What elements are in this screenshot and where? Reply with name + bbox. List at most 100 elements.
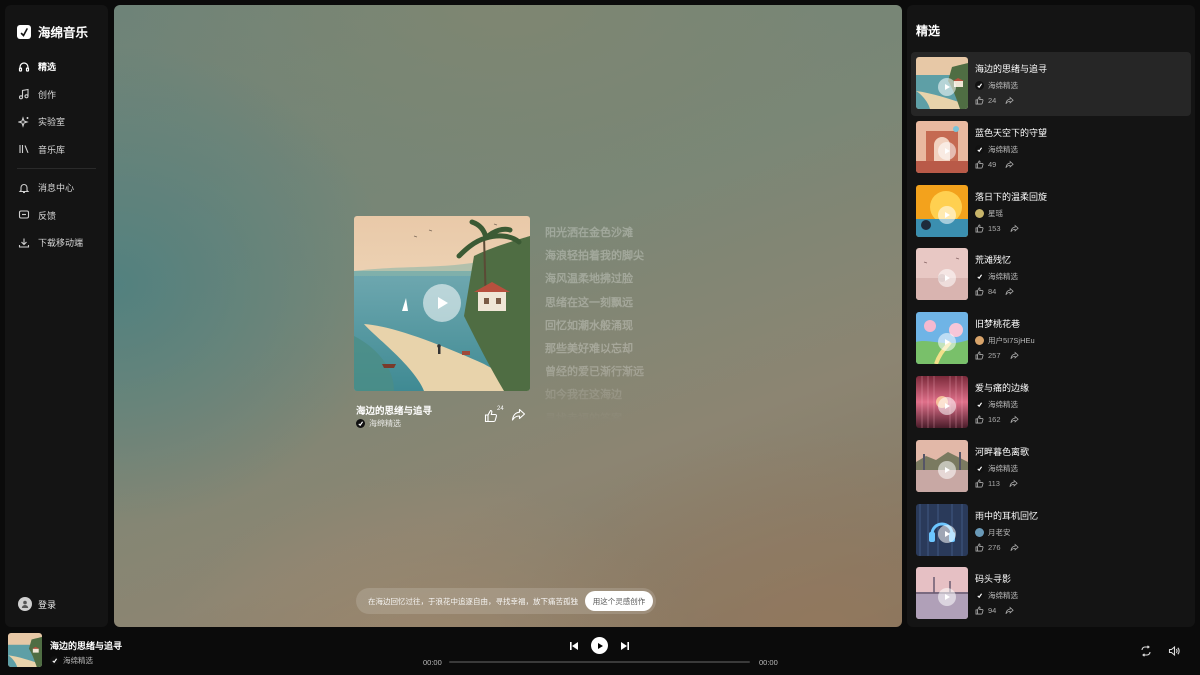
song-artist-name: 海绵精选	[369, 419, 401, 428]
share-icon[interactable]	[1010, 224, 1019, 233]
song-artist: 海绵精选	[975, 144, 1018, 155]
feedback-icon	[18, 209, 30, 221]
song-artist: 海绵精选	[975, 590, 1018, 601]
artist-name: 海绵精选	[988, 81, 1018, 90]
sidebar-item-library[interactable]: 音乐库	[5, 136, 108, 164]
sidebar-item-messages[interactable]: 消息中心	[5, 174, 108, 202]
volume-button[interactable]	[1168, 645, 1180, 657]
play-icon	[938, 205, 956, 224]
next-track-button[interactable]	[619, 640, 631, 652]
song-thumbnail[interactable]	[916, 375, 968, 428]
song-title: 码头寻影	[975, 574, 1012, 585]
play-icon	[938, 78, 956, 96]
cover-play-button[interactable]	[423, 284, 461, 322]
lyric-line: 海风温柔地拂过脸	[545, 273, 633, 286]
thumbs-up-icon[interactable]	[975, 287, 984, 296]
song-thumbnail[interactable]	[916, 248, 968, 301]
inspiration-bar: 在海边回忆过往，于浪花中追逐自由，寻找幸福，放下痛苦孤独 用这个灵感创作	[356, 588, 656, 614]
song-title: 旧梦桃花巷	[975, 319, 1021, 330]
progress-bar[interactable]	[449, 661, 750, 663]
list-item[interactable]: 荒滩残忆 海绵精选 84	[911, 243, 1191, 307]
featured-list: 海边的思绪与追寻 海绵精选 24 蓝色天空下的守望 海绵精选 49 落日下的温柔…	[911, 52, 1191, 626]
login-button[interactable]: 登录	[18, 597, 56, 611]
thumbs-up-icon[interactable]	[975, 160, 984, 169]
song-thumbnail[interactable]	[916, 120, 968, 173]
bell-icon	[18, 182, 30, 194]
share-icon[interactable]	[1010, 351, 1019, 360]
list-item[interactable]: 蓝色天空下的守望 海绵精选 49	[911, 116, 1191, 180]
song-thumbnail[interactable]	[916, 503, 968, 556]
play-pause-button[interactable]	[591, 637, 608, 654]
song-artist[interactable]: 海绵精选	[356, 418, 401, 429]
artist-name: 海绵精选	[63, 656, 93, 665]
artist-name: 海绵精选	[988, 463, 1018, 473]
thumbs-up-icon[interactable]	[975, 415, 984, 424]
lyrics-panel: 阳光洒在金色沙滩 海浪轻拍着我的脚尖 海风温柔地拂过脸 思绪在这一刻飘远 回忆如…	[545, 222, 705, 422]
share-icon[interactable]	[1005, 160, 1015, 169]
brand[interactable]: 海绵音乐	[17, 22, 88, 41]
play-icon	[938, 524, 956, 543]
song-title: 荒滩残忆	[975, 255, 1012, 266]
repeat-button[interactable]	[1140, 645, 1152, 657]
thumbs-up-icon[interactable]	[975, 96, 984, 105]
song-title: 落日下的温柔回旋	[975, 191, 1048, 202]
song-artist: 星瑶	[975, 208, 1003, 219]
thumbs-up-icon[interactable]	[975, 606, 984, 615]
create-with-inspiration-button[interactable]: 用这个灵感创作	[585, 591, 653, 611]
sidebar-item-featured[interactable]: 精选	[5, 53, 108, 81]
list-item[interactable]: 爱与痛的边缘 海绵精选 162	[911, 371, 1191, 435]
song-meta: 49	[975, 160, 1015, 169]
sidebar-item-label: 音乐库	[38, 144, 66, 155]
player-thumbnail[interactable]	[8, 633, 42, 667]
song-meta: 257	[975, 351, 1019, 360]
song-meta: 153	[975, 224, 1019, 233]
player-bar: 海边的思绪与追寻 海绵精选 00:00 00:00	[0, 630, 1200, 675]
share-icon[interactable]	[1005, 96, 1015, 105]
artist-name: 海绵精选	[988, 272, 1018, 282]
song-thumbnail[interactable]	[916, 184, 968, 237]
list-item[interactable]: 码头寻影 海绵精选 94	[911, 562, 1191, 626]
list-item[interactable]: 雨中的耳机回忆 月老安 276	[911, 499, 1191, 563]
share-icon[interactable]	[1010, 415, 1019, 424]
song-thumbnail[interactable]	[916, 567, 968, 620]
thumbs-up-icon[interactable]	[975, 224, 984, 233]
sidebar-item-lab[interactable]: 实验室	[5, 108, 108, 136]
download-icon	[18, 237, 30, 249]
previous-track-button[interactable]	[568, 640, 580, 652]
verified-icon	[975, 463, 984, 473]
thumbs-up-icon[interactable]	[975, 351, 984, 360]
lyric-line: 海浪轻拍着我的脚尖	[545, 250, 644, 263]
share-icon[interactable]	[1010, 543, 1019, 552]
list-item[interactable]: 河畔暮色离歌 海绵精选 113	[911, 435, 1191, 499]
sidebar-item-download[interactable]: 下载移动端	[5, 229, 108, 257]
sidebar-divider	[17, 168, 96, 169]
user-avatar-icon	[18, 597, 32, 611]
repeat-icon	[1141, 645, 1151, 657]
like-count: 162	[988, 414, 1001, 424]
list-item[interactable]: 旧梦桃花巷 用户5I7SjHEu 257	[911, 307, 1191, 371]
thumbs-up-icon[interactable]	[975, 479, 984, 488]
lyric-line: 寻找幸福的答案	[545, 412, 622, 423]
lyric-line: 阳光洒在金色沙滩	[545, 227, 633, 239]
like-count: 94	[988, 606, 997, 616]
sidebar-item-create[interactable]: 创作	[5, 81, 108, 109]
music-logo-icon	[17, 24, 31, 39]
featured-title: 精选	[916, 24, 941, 38]
player-song-artist: 海绵精选	[50, 655, 93, 666]
list-item[interactable]: 落日下的温柔回旋 星瑶 153	[911, 180, 1191, 244]
list-item[interactable]: 海边的思绪与追寻 海绵精选 24	[911, 52, 1191, 116]
thumbs-up-icon[interactable]	[975, 543, 984, 552]
like-count: 257	[988, 351, 1001, 361]
share-button[interactable]	[511, 407, 527, 423]
share-icon[interactable]	[1009, 479, 1018, 488]
song-thumbnail[interactable]	[916, 57, 968, 109]
share-icon[interactable]	[1005, 606, 1015, 615]
song-title: 海边的思绪与追寻	[975, 64, 1048, 74]
song-thumbnail[interactable]	[916, 312, 968, 365]
song-meta: 84	[975, 287, 1015, 296]
verified-icon	[975, 81, 984, 90]
share-icon[interactable]	[1005, 287, 1015, 296]
artist-name: 海绵精选	[988, 144, 1018, 154]
sidebar-item-feedback[interactable]: 反馈	[5, 202, 108, 230]
song-thumbnail[interactable]	[916, 439, 968, 492]
